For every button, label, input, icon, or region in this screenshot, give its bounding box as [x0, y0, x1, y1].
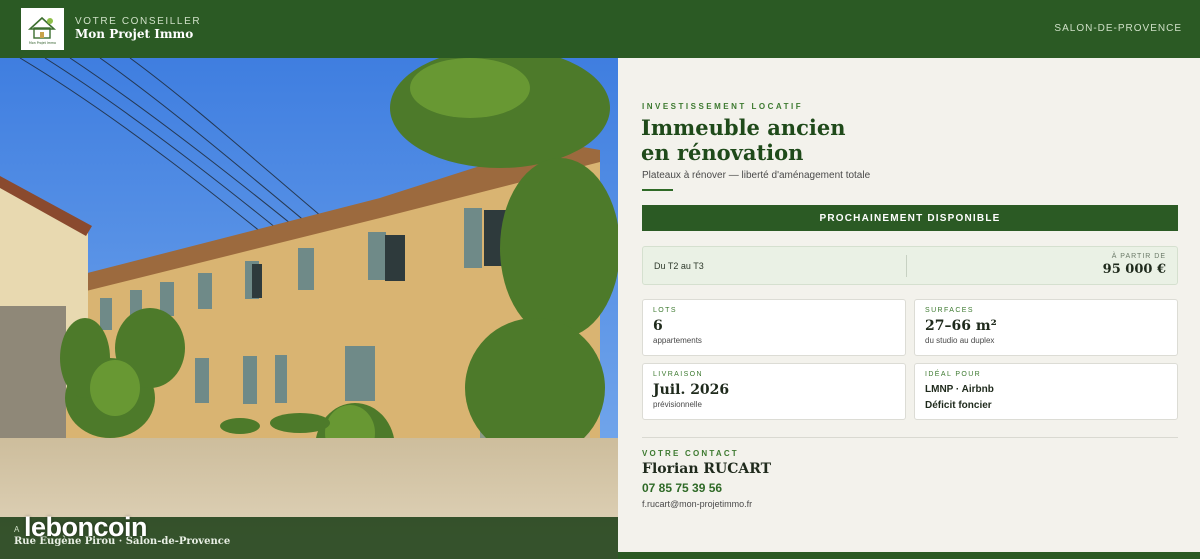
address-kicker: A [14, 525, 21, 534]
card-ideal: IDÉAL POUR LMNP · Airbnb Déficit foncier [914, 363, 1178, 420]
brand-logo[interactable]: Mon Projet Immo [21, 8, 64, 50]
card-ideal-line2: Déficit foncier [925, 400, 992, 411]
listing-title-line2: en rénovation [641, 140, 804, 165]
listing-kicker: INVESTISSEMENT LOCATIF [642, 102, 804, 111]
listing-title: Immeuble ancien en rénovation [641, 115, 846, 165]
price-value: 95 000 € [1102, 262, 1166, 277]
price-divider [906, 255, 907, 277]
card-livraison-label: LIVRAISON [653, 371, 703, 378]
listing-title-line1: Immeuble ancien [641, 115, 846, 140]
contact-kicker: VOTRE CONTACT [642, 449, 739, 458]
card-ideal-label: IDÉAL POUR [925, 371, 982, 378]
card-lots-label: LOTS [653, 307, 677, 314]
footer-bar [618, 552, 1200, 559]
card-ideal-line1: LMNP · Airbnb [925, 384, 994, 395]
price-kicker: À PARTIR DE [1111, 253, 1166, 260]
price-box: Du T2 au T3 À PARTIR DE 95 000 € [642, 246, 1178, 285]
contact-email-link[interactable]: f.rucart@mon-projetimmo.fr [642, 499, 752, 509]
card-livraison-value: Juil. 2026 [653, 382, 730, 398]
price-range: Du T2 au T3 [654, 261, 704, 271]
title-divider [642, 189, 673, 191]
card-surfaces-value: 27–66 m² [925, 318, 997, 334]
leboncoin-watermark: leboncoin [24, 512, 148, 542]
card-lots-value: 6 [653, 318, 663, 334]
site-header: Mon Projet Immo VOTRE CONSEILLER Mon Pro… [0, 0, 1200, 58]
card-livraison: LIVRAISON Juil. 2026 prévisionnelle [642, 363, 906, 420]
card-lots-sub: appartements [653, 336, 702, 345]
contact-phone-link[interactable]: 07 85 75 39 56 [642, 481, 722, 495]
card-surfaces: SURFACES 27–66 m² du studio au duplex [914, 299, 1178, 356]
listing-subtitle: Plateaux à rénover — liberté d'aménageme… [642, 170, 871, 181]
card-surfaces-label: SURFACES [925, 307, 974, 314]
card-livraison-sub: prévisionnelle [653, 400, 702, 409]
svg-text:Mon Projet Immo: Mon Projet Immo [29, 41, 56, 45]
brand-name[interactable]: Mon Projet Immo [75, 27, 193, 41]
building-image [0, 58, 618, 559]
brand-kicker: VOTRE CONSEILLER [75, 16, 202, 27]
card-lots: LOTS 6 appartements [642, 299, 906, 356]
card-surfaces-sub: du studio au duplex [925, 336, 995, 345]
listing-panel: INVESTISSEMENT LOCATIF Immeuble ancien e… [618, 58, 1200, 552]
city-label: SALON-DE-PROVENCE [1054, 23, 1182, 34]
property-photo: A Rue Eugène Pirou · Salon-de-Provence l… [0, 58, 618, 559]
house-logo-icon: Mon Projet Immo [27, 16, 57, 45]
contact-divider [642, 437, 1178, 438]
contact-name: Florian RUCART [642, 461, 772, 477]
availability-button[interactable]: PROCHAINEMENT DISPONIBLE [642, 205, 1178, 231]
